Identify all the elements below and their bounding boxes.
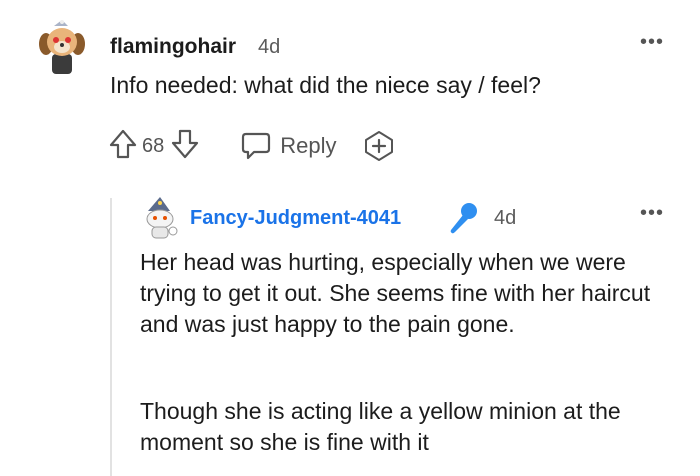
comment-username[interactable]: flamingohair: [110, 35, 236, 59]
upvote-button[interactable]: [108, 128, 138, 165]
reply-paragraph: Though she is acting like a yellow minio…: [140, 398, 621, 455]
downvote-arrow-icon: [172, 129, 199, 158]
upvote-arrow-icon: [109, 129, 137, 158]
reply-user-avatar[interactable]: [140, 197, 180, 239]
wizard-snoo-avatar-icon: [146, 197, 178, 239]
microphone-badge: [445, 200, 481, 236]
reply-label: Reply: [280, 133, 337, 158]
comment-body: Info needed: what did the niece say / fe…: [110, 72, 541, 98]
reply-more-options-button[interactable]: •••: [640, 203, 664, 223]
dog-avatar-icon: [39, 20, 85, 74]
microphone-icon: [450, 203, 477, 234]
award-button[interactable]: [363, 130, 395, 162]
comment-actions: 68 Reply: [108, 126, 395, 166]
speech-bubble-icon: [242, 132, 271, 160]
more-options-button[interactable]: •••: [640, 32, 664, 52]
comment-timestamp: 4d: [258, 36, 281, 58]
reply-timestamp: 4d: [494, 207, 517, 229]
reply-paragraph: Her head was hurting, especially when we…: [140, 249, 651, 337]
reply-username[interactable]: Fancy-Judgment-4041: [190, 207, 401, 230]
vote-count: 68: [142, 134, 165, 157]
award-plus-icon: [364, 131, 393, 161]
downvote-button[interactable]: [170, 128, 200, 165]
thread-line[interactable]: [110, 198, 112, 476]
user-avatar[interactable]: [34, 20, 90, 78]
reply-button[interactable]: Reply: [240, 131, 337, 161]
